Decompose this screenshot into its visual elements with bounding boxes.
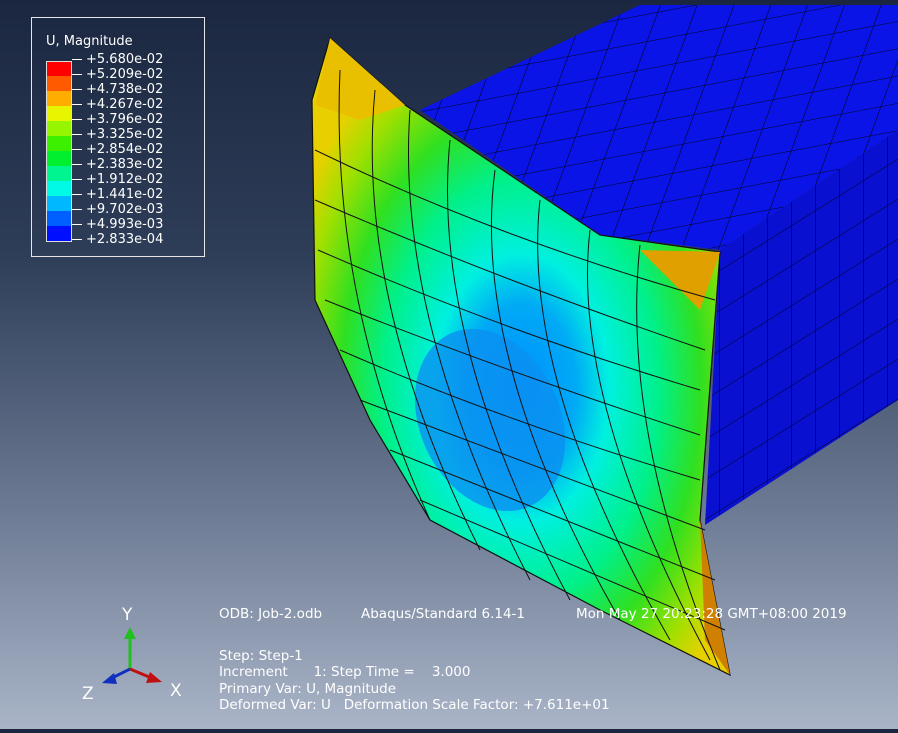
legend-tick <box>72 194 82 195</box>
legend-value-text: +4.267e-02 <box>86 97 164 112</box>
legend-value: +3.796e-02 <box>72 112 163 127</box>
odb-name: ODB: Job-2.odb <box>219 606 323 622</box>
legend-value-text: +1.441e-02 <box>86 187 164 202</box>
axis-y-label: Y <box>122 605 133 625</box>
legend-labels: +5.680e-02 +5.209e-02 +4.738e-02 +4.267e-02… <box>72 52 163 247</box>
legend-value-text: +4.993e-03 <box>86 217 164 232</box>
deformed-var-info: Deformed Var: U Deformation Scale Factor… <box>219 697 610 713</box>
legend-value-text: +2.854e-02 <box>86 142 164 157</box>
primary-var-info: Primary Var: U, Magnitude <box>219 681 397 697</box>
legend-tick <box>72 209 82 210</box>
legend-tick <box>72 59 82 60</box>
legend-color-swatch <box>47 196 71 211</box>
legend-value: +4.267e-02 <box>72 97 163 112</box>
legend-value-text: +9.702e-03 <box>86 202 164 217</box>
legend-value: +2.833e-04 <box>72 232 163 247</box>
legend-value: +1.912e-02 <box>72 172 163 187</box>
timestamp: Mon May 27 20:23:28 GMT+08:00 2019 <box>576 606 847 622</box>
legend-color-bar <box>46 61 72 242</box>
legend-value: +5.680e-02 <box>72 52 163 67</box>
legend-value-text: +4.738e-02 <box>86 82 164 97</box>
contour-legend: U, Magnitude +5.680e-02 +5.209e-02 +4.738e… <box>31 17 205 257</box>
legend-value: +2.383e-02 <box>72 157 163 172</box>
solver-version: Abaqus/Standard 6.14-1 <box>361 606 526 622</box>
legend-value-text: +2.833e-04 <box>86 232 164 247</box>
legend-color-swatch <box>47 136 71 151</box>
legend-color-swatch <box>47 91 71 106</box>
legend-tick <box>72 164 82 165</box>
legend-value-text: +3.325e-02 <box>86 127 164 142</box>
legend-value-text: +3.796e-02 <box>86 112 164 127</box>
axis-triad-icon <box>102 627 162 684</box>
legend-tick <box>72 224 82 225</box>
legend-value: +9.702e-03 <box>72 202 163 217</box>
legend-value: +1.441e-02 <box>72 187 163 202</box>
legend-color-swatch <box>47 106 71 121</box>
legend-color-swatch <box>47 211 71 226</box>
legend-tick <box>72 119 82 120</box>
legend-tick <box>72 149 82 150</box>
legend-tick <box>72 89 82 90</box>
legend-color-swatch <box>47 166 71 181</box>
legend-color-swatch <box>47 151 71 166</box>
legend-value-text: +5.680e-02 <box>86 52 164 67</box>
legend-value: +3.325e-02 <box>72 127 163 142</box>
axis-z-label: Z <box>82 684 94 704</box>
legend-color-swatch <box>47 181 71 196</box>
legend-value: +2.854e-02 <box>72 142 163 157</box>
legend-title: U, Magnitude <box>46 34 133 49</box>
increment-info: Increment 1: Step Time = 3.000 <box>219 664 471 680</box>
legend-tick <box>72 134 82 135</box>
legend-color-swatch <box>47 121 71 136</box>
legend-value-text: +5.209e-02 <box>86 67 164 82</box>
legend-tick <box>72 104 82 105</box>
legend-value: +4.738e-02 <box>72 82 163 97</box>
legend-tick <box>72 179 82 180</box>
legend-value-text: +2.383e-02 <box>86 157 164 172</box>
axis-x-label: X <box>170 681 182 701</box>
legend-tick <box>72 74 82 75</box>
legend-color-swatch <box>47 76 71 91</box>
legend-color-swatch <box>47 226 71 241</box>
legend-value: +5.209e-02 <box>72 67 163 82</box>
legend-value-text: +1.912e-02 <box>86 172 164 187</box>
step-info: Step: Step-1 <box>219 648 303 664</box>
legend-color-swatch <box>47 62 71 76</box>
legend-value: +4.993e-03 <box>72 217 163 232</box>
legend-tick <box>72 239 82 240</box>
